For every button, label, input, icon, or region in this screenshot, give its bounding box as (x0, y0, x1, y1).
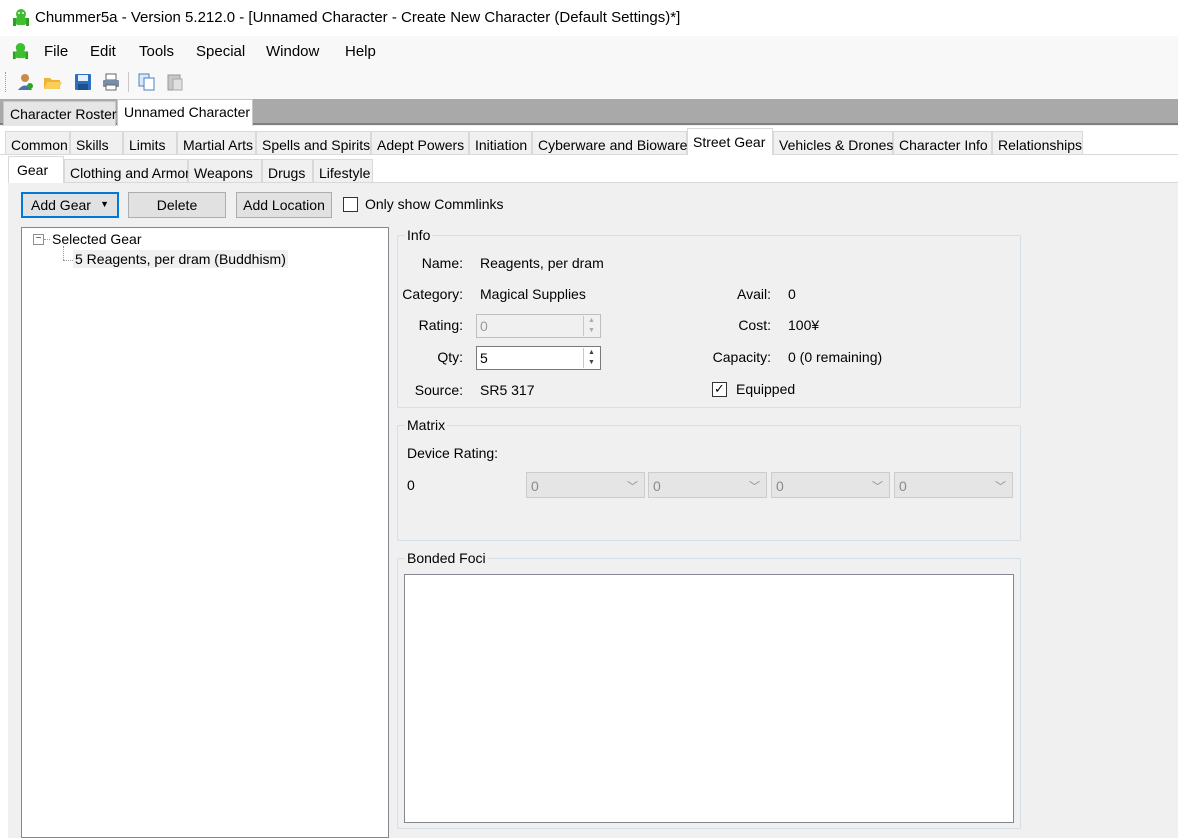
open-folder-icon[interactable] (42, 72, 62, 92)
paste-icon[interactable] (165, 72, 185, 92)
delete-button[interactable]: Delete (128, 192, 226, 218)
cost-value: 100¥ (788, 317, 820, 333)
equipped-checkbox[interactable]: ✓ (712, 382, 727, 397)
matrix-attribute-select-2: 0 ﹀ (648, 472, 767, 498)
up-arrow-icon[interactable]: ▲ (584, 348, 599, 358)
category-label: Category: (402, 286, 463, 302)
new-character-icon[interactable] (15, 72, 35, 92)
chevron-down-icon: ﹀ (872, 481, 883, 493)
up-arrow-icon: ▲ (588, 317, 595, 324)
down-arrow-icon[interactable]: ▼ (584, 358, 599, 368)
name-value: Reagents, per dram (480, 255, 604, 271)
toolbar-separator (128, 72, 129, 92)
subtab-clothing-and-armor[interactable]: Clothing and Armor (64, 159, 190, 183)
tab-common[interactable]: Common (5, 131, 70, 155)
avail-value: 0 (788, 286, 796, 302)
tab-character-info[interactable]: Character Info (893, 131, 992, 155)
tree-line (44, 239, 50, 240)
bonded-foci-list[interactable] (404, 574, 1014, 823)
source-label: Source: (414, 382, 463, 398)
qty-stepper-arrows[interactable]: ▲ ▼ (583, 348, 599, 368)
chevron-down-icon: ﹀ (749, 481, 760, 493)
subtab-drugs[interactable]: Drugs (262, 159, 313, 183)
doc-tab-unnamed-character[interactable]: Unnamed Character (117, 99, 253, 126)
info-group-title: Info (405, 227, 433, 243)
matrix-attribute-select-1: 0 ﹀ (526, 472, 645, 498)
menu-help[interactable]: Help (345, 43, 376, 60)
bonded-foci-title: Bonded Foci (405, 550, 488, 566)
menu-app-icon[interactable] (12, 42, 29, 61)
device-rating-label: Device Rating: (407, 445, 499, 461)
subtab-lifestyle[interactable]: Lifestyle (313, 159, 373, 183)
only-commlinks-label[interactable]: Only show Commlinks (365, 196, 503, 212)
down-arrow-icon: ▼ (588, 327, 595, 334)
menu-tools[interactable]: Tools (139, 43, 174, 60)
chevron-down-icon: ﹀ (995, 481, 1006, 493)
add-gear-label: Add Gear (31, 197, 91, 213)
capacity-label: Capacity: (712, 349, 771, 365)
matrix-attribute-select-3: 0 ﹀ (771, 472, 890, 498)
matrix-group-title: Matrix (405, 417, 448, 433)
matrix-select-2-value: 0 (653, 478, 661, 494)
tab-initiation[interactable]: Initiation (469, 131, 532, 155)
gear-tree[interactable] (21, 227, 389, 838)
source-value[interactable]: SR5 317 (480, 382, 534, 398)
subtab-gear[interactable]: Gear (8, 156, 64, 183)
rating-value: 0 (480, 318, 488, 334)
add-gear-button[interactable]: Add Gear ▼ (21, 192, 119, 218)
menu-bar (0, 36, 1178, 67)
save-icon[interactable] (73, 72, 93, 92)
matrix-select-1-value: 0 (531, 478, 539, 494)
tab-martial-arts[interactable]: Martial Arts (177, 131, 256, 155)
tree-line (63, 260, 73, 261)
rating-label: Rating: (418, 317, 463, 333)
tree-line (63, 246, 64, 260)
avail-label: Avail: (737, 286, 771, 302)
tab-limits[interactable]: Limits (123, 131, 177, 155)
equipped-label[interactable]: Equipped (736, 381, 795, 397)
qty-stepper[interactable]: 5 ▲ ▼ (476, 346, 601, 370)
title-bar: Chummer5a - Version 5.212.0 - [Unnamed C… (0, 0, 1178, 36)
qty-label: Qty: (437, 349, 463, 365)
tab-adept-powers[interactable]: Adept Powers (371, 131, 469, 155)
cost-label: Cost: (738, 317, 771, 333)
rating-stepper-arrows: ▲ ▼ (583, 316, 599, 336)
menu-edit[interactable]: Edit (90, 43, 116, 60)
rating-stepper: 0 ▲ ▼ (476, 314, 601, 338)
matrix-select-4-value: 0 (899, 478, 907, 494)
add-location-button[interactable]: Add Location (236, 192, 332, 218)
matrix-select-3-value: 0 (776, 478, 784, 494)
tree-root-selected-gear[interactable]: Selected Gear (52, 231, 142, 247)
menu-window[interactable]: Window (266, 43, 319, 60)
name-label: Name: (421, 255, 463, 271)
window-title: Chummer5a - Version 5.212.0 - [Unnamed C… (35, 9, 681, 26)
capacity-value: 0 (0 remaining) (788, 349, 883, 365)
toolbar-grip (5, 72, 8, 92)
tab-cyberware-and-bioware[interactable]: Cyberware and Bioware (532, 131, 687, 155)
tree-item-reagents[interactable]: 5 Reagents, per dram (Buddhism) (73, 250, 288, 268)
source-value-text[interactable]: SR5 317 (480, 382, 534, 398)
tab-spells-and-spirits[interactable]: Spells and Spirits (256, 131, 371, 155)
tab-street-gear[interactable]: Street Gear (687, 128, 773, 155)
category-value: Magical Supplies (480, 286, 586, 302)
dropdown-arrow-icon: ▼ (100, 199, 109, 209)
qty-value[interactable]: 5 (480, 350, 488, 366)
device-rating-value: 0 (407, 477, 415, 493)
matrix-attribute-select-4: 0 ﹀ (894, 472, 1013, 498)
copy-icon[interactable] (137, 72, 157, 92)
only-commlinks-checkbox[interactable] (343, 197, 358, 212)
collapse-icon[interactable]: − (33, 234, 44, 245)
menu-file[interactable]: File (44, 43, 68, 60)
chummer-app-icon (13, 9, 29, 26)
subtab-weapons[interactable]: Weapons (188, 159, 262, 183)
tab-skills[interactable]: Skills (70, 131, 123, 155)
tab-strip-divider (0, 154, 1178, 155)
chevron-down-icon: ﹀ (627, 481, 638, 493)
doc-tab-character-roster[interactable]: Character Roster (3, 101, 117, 126)
tab-relationships[interactable]: Relationships (992, 131, 1083, 155)
tab-vehicles-and-drones[interactable]: Vehicles & Drones (773, 131, 893, 155)
menu-special[interactable]: Special (196, 43, 245, 60)
print-icon[interactable] (101, 72, 121, 92)
